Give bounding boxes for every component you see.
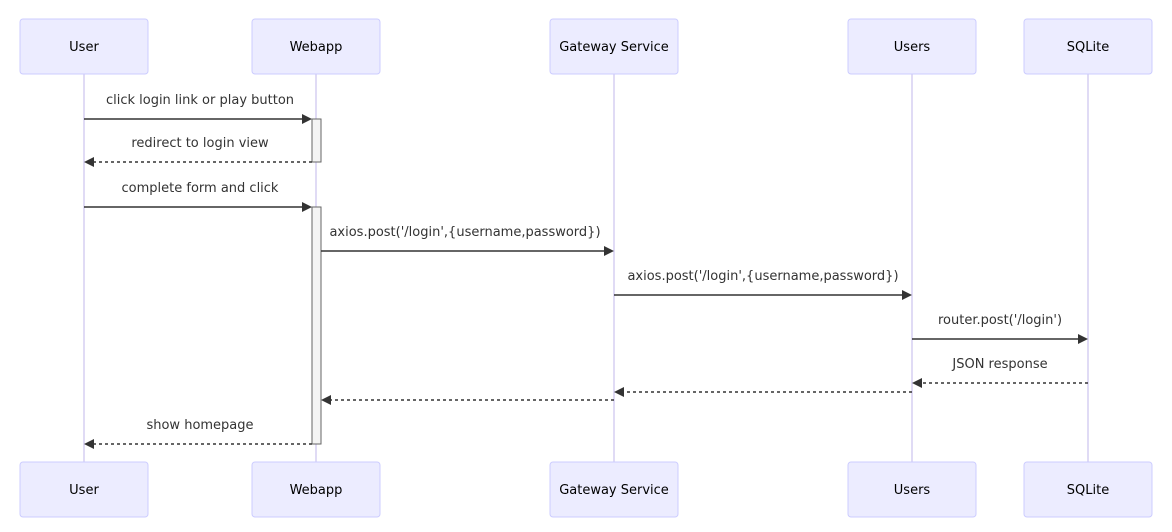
message-label: axios.post('/login',{username,password}) [329, 225, 600, 240]
message-user-to-webapp: click login link or play button [84, 93, 312, 124]
message-webapp-to-gateway: axios.post('/login',{username,password}) [321, 225, 614, 256]
message-users-to-sqlite: router.post('/login') [912, 313, 1088, 344]
actor-label: SQLite [1067, 483, 1109, 498]
actor-label: Users [894, 40, 931, 55]
message-label: axios.post('/login',{username,password}) [627, 269, 898, 284]
message-label: router.post('/login') [938, 313, 1062, 328]
actor-webapp-top[interactable]: Webapp [251, 18, 381, 75]
message-users-to-gateway [614, 387, 912, 397]
message-sqlite-to-users: JSON response [912, 357, 1088, 388]
arrowhead-icon [302, 114, 312, 124]
actor-gateway-top[interactable]: Gateway Service [549, 18, 679, 75]
actor-label: Gateway Service [559, 483, 669, 498]
arrowhead-icon [84, 439, 94, 449]
message-label: complete form and click [122, 181, 279, 196]
actor-webapp-bottom[interactable]: Webapp [251, 461, 381, 518]
actor-sqlite-bottom[interactable]: SQLite [1023, 461, 1153, 518]
actor-user-bottom[interactable]: User [19, 461, 149, 518]
actor-label: User [69, 40, 99, 55]
actor-label: Users [894, 483, 931, 498]
arrowhead-icon [321, 395, 331, 405]
arrowhead-icon [604, 246, 614, 256]
arrowhead-icon [84, 157, 94, 167]
message-webapp-to-user: show homepage [84, 418, 312, 449]
message-label: show homepage [146, 418, 253, 433]
actor-label: Gateway Service [559, 40, 669, 55]
arrowhead-icon [302, 202, 312, 212]
activation-bar [311, 118, 322, 163]
sequence-diagram: click login link or play button redirect … [19, 18, 1153, 518]
message-label: JSON response [951, 357, 1047, 372]
activation-bar [311, 206, 322, 445]
arrowhead-icon [902, 290, 912, 300]
arrowhead-icon [1078, 334, 1088, 344]
actor-user-top[interactable]: User [19, 18, 149, 75]
actor-gateway-bottom[interactable]: Gateway Service [549, 461, 679, 518]
message-label: redirect to login view [131, 136, 269, 151]
actor-label: Webapp [290, 40, 343, 55]
actor-sqlite-top[interactable]: SQLite [1023, 18, 1153, 75]
message-user-to-webapp: complete form and click [84, 181, 312, 212]
actor-label: Webapp [290, 483, 343, 498]
actor-users-bottom[interactable]: Users [847, 461, 977, 518]
message-gateway-to-users: axios.post('/login',{username,password}) [614, 269, 912, 300]
arrowhead-icon [912, 378, 922, 388]
message-label: click login link or play button [106, 93, 294, 108]
actor-users-top[interactable]: Users [847, 18, 977, 75]
message-gateway-to-webapp [321, 395, 614, 405]
arrowhead-icon [614, 387, 624, 397]
actor-label: User [69, 483, 99, 498]
message-webapp-to-user: redirect to login view [84, 136, 312, 167]
actor-label: SQLite [1067, 40, 1109, 55]
